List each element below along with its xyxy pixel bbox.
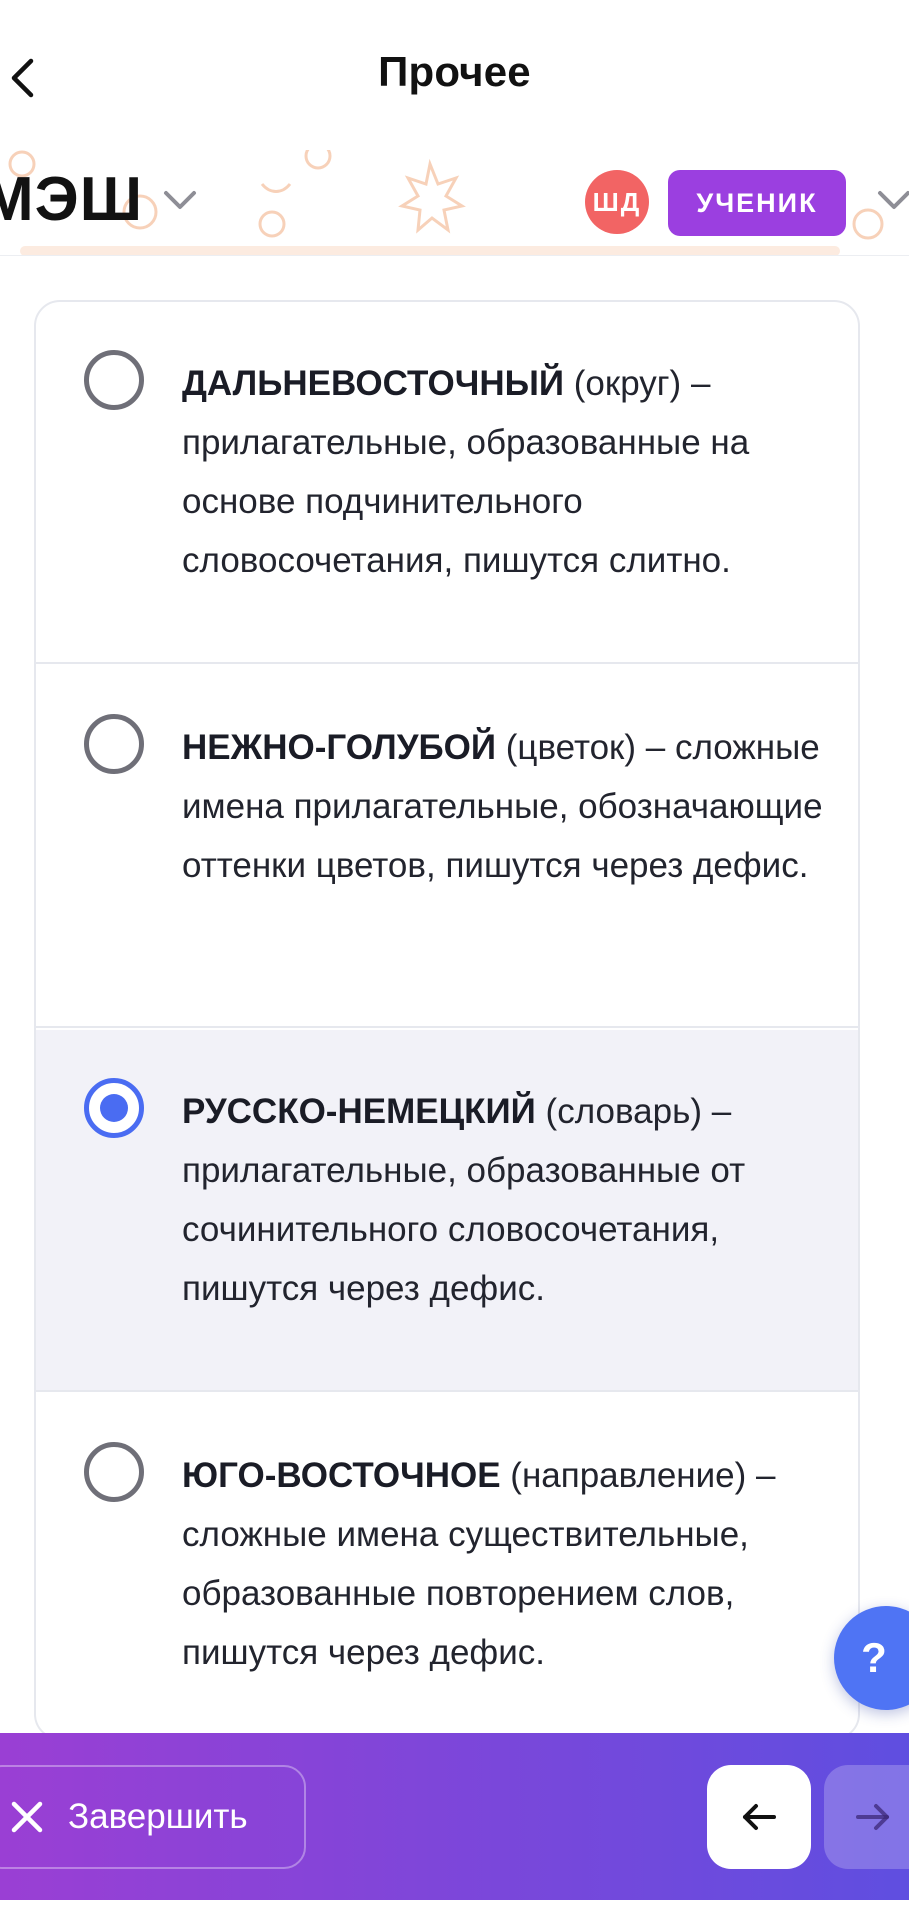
arrow-right-icon (856, 1804, 889, 1830)
option-text: РУССКО-НЕМЕЦКИЙ (словарь) – прилагательн… (182, 1082, 842, 1318)
finish-button[interactable]: Завершить (0, 1765, 306, 1869)
radio-button[interactable] (84, 1442, 144, 1502)
help-label: ? (861, 1634, 887, 1681)
role-badge[interactable]: УЧЕНИК (668, 170, 846, 236)
option-text: ЮГО-ВОСТОЧНОЕ (направление) – сложные им… (182, 1446, 842, 1682)
option-text: НЕЖНО-ГОЛУБОЙ (цветок) – сложные имена п… (182, 718, 842, 895)
close-icon (11, 1801, 43, 1833)
chevron-down-icon[interactable] (876, 188, 909, 212)
top-bar: Прочее (0, 0, 909, 150)
footer-bar: Завершить (0, 1733, 909, 1920)
option-term: ДАЛЬНЕВОСТОЧНЫЙ (182, 364, 565, 403)
answer-option-1[interactable]: ДАЛЬНЕВОСТОЧНЫЙ (округ) – прилагательные… (36, 302, 858, 664)
answer-option-4[interactable]: ЮГО-ВОСТОЧНОЕ (направление) – сложные им… (36, 1394, 858, 1738)
option-hint: (округ) (573, 364, 682, 403)
option-term: РУССКО-НЕМЕЦКИЙ (182, 1092, 536, 1131)
radio-button-selected[interactable] (84, 1078, 144, 1138)
radio-button[interactable] (84, 714, 144, 774)
option-term: НЕЖНО-ГОЛУБОЙ (182, 728, 497, 767)
finish-label: Завершить (68, 1797, 248, 1836)
option-term: ЮГО-ВОСТОЧНОЕ (182, 1456, 501, 1495)
radio-button[interactable] (84, 350, 144, 410)
previous-button[interactable] (707, 1765, 811, 1869)
option-hint: (направление) (510, 1456, 747, 1495)
next-button[interactable] (824, 1765, 909, 1869)
avatar[interactable]: ШД (585, 170, 649, 234)
answer-options: ДАЛЬНЕВОСТОЧНЫЙ (округ) – прилагательные… (34, 300, 860, 1740)
answer-option-3[interactable]: РУССКО-НЕМЕЦКИЙ (словарь) – прилагательн… (36, 1030, 858, 1392)
page-title: Прочее (378, 48, 531, 95)
chevron-down-icon[interactable] (162, 188, 198, 212)
brand-logo[interactable]: МЭШ (0, 164, 143, 235)
app-header: МЭШ ШД УЧЕНИК (0, 150, 909, 256)
bottom-strip (0, 1900, 909, 1920)
option-hint: (словарь) (545, 1092, 703, 1131)
option-text: ДАЛЬНЕВОСТОЧНЫЙ (округ) – прилагательные… (182, 354, 842, 590)
option-hint: (цветок) (505, 728, 637, 767)
answer-option-2[interactable]: НЕЖНО-ГОЛУБОЙ (цветок) – сложные имена п… (36, 666, 858, 1028)
arrow-left-icon (743, 1804, 776, 1830)
